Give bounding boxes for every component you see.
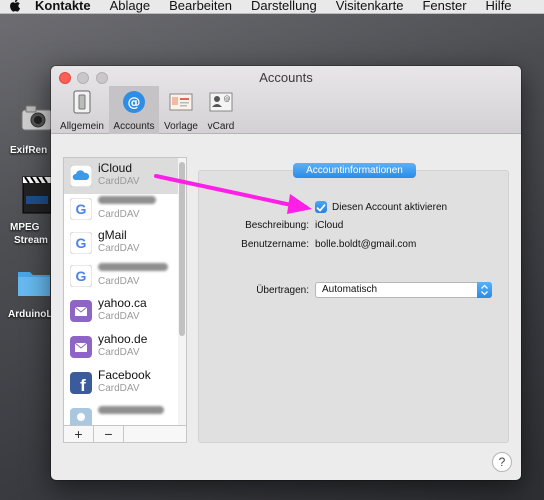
- transfer-label: Übertragen:: [256, 285, 309, 296]
- google-icon: G: [70, 198, 92, 220]
- video-file-icon: [22, 176, 52, 214]
- account-name: gMail: [98, 228, 127, 242]
- account-item-icloud[interactable]: iCloud CardDAV: [64, 158, 178, 194]
- vcard-icon: @: [209, 92, 233, 112]
- transfer-select[interactable]: Automatisch: [315, 282, 492, 298]
- svg-text:@: @: [224, 95, 231, 103]
- menu-visitenkarte[interactable]: Visitenkarte: [336, 0, 404, 13]
- account-name: yahoo.de: [98, 332, 148, 346]
- svg-text:G: G: [76, 235, 87, 251]
- enable-account-checkbox[interactable]: [315, 201, 327, 213]
- toolbar-label: Allgemein: [60, 121, 104, 132]
- toolbar-tab-vorlage[interactable]: Vorlage: [161, 86, 201, 134]
- select-stepper[interactable]: [477, 282, 492, 298]
- svg-text:@: @: [128, 96, 141, 111]
- menu-bearbeiten[interactable]: Bearbeiten: [169, 0, 232, 13]
- desktop-item-label-line2: Stream: [14, 235, 48, 246]
- redacted-name: [98, 406, 164, 414]
- menu-darstellung[interactable]: Darstellung: [251, 0, 317, 13]
- account-item-yahoo-ca[interactable]: yahoo.ca CardDAV: [64, 293, 178, 329]
- accounts-list-scrollbar[interactable]: [178, 158, 186, 425]
- account-item-redacted-2[interactable]: G CardDAV: [64, 258, 178, 294]
- camera-app-icon: [21, 105, 53, 131]
- scrollbar-thumb[interactable]: [179, 162, 185, 336]
- checkmark-icon: [316, 204, 326, 212]
- account-name: Facebook: [98, 368, 151, 382]
- apple-menu-icon[interactable]: [8, 0, 22, 12]
- description-value: iCloud: [315, 220, 344, 231]
- accounts-list: iCloud CardDAV G CardDAV G gMail CardDAV: [63, 157, 187, 443]
- account-type: CardDAV: [98, 347, 140, 358]
- chevron-updown-icon: [481, 284, 488, 296]
- google-icon: G: [70, 232, 92, 254]
- window-title: Accounts: [259, 70, 313, 85]
- remove-account-button[interactable]: −: [94, 426, 124, 443]
- menu-fenster[interactable]: Fenster: [422, 0, 466, 13]
- enable-account-label[interactable]: Diesen Account aktivieren: [332, 202, 447, 213]
- window-titlebar: Accounts Allgemein @ Accounts Vorlage @ …: [51, 66, 521, 134]
- redacted-name: [98, 263, 168, 271]
- svg-text:G: G: [76, 268, 87, 284]
- accounts-list-scroll: iCloud CardDAV G CardDAV G gMail CardDAV: [64, 158, 186, 425]
- account-item-gmail[interactable]: G gMail CardDAV: [64, 225, 178, 261]
- facebook-icon: f: [70, 372, 92, 394]
- menu-hilfe[interactable]: Hilfe: [486, 0, 512, 13]
- account-type: CardDAV: [98, 209, 140, 220]
- svg-text:G: G: [76, 201, 87, 217]
- toolbar-label: vCard: [207, 121, 235, 132]
- username-label: Benutzername:: [241, 239, 309, 250]
- mail-icon: [70, 336, 92, 358]
- mail-icon: [70, 300, 92, 322]
- account-item-redacted-1[interactable]: G CardDAV: [64, 191, 178, 227]
- toolbar-tab-vcard[interactable]: @ vCard: [203, 86, 239, 134]
- desktop-item-label: ExifRen: [10, 145, 48, 156]
- account-type: CardDAV: [98, 276, 140, 287]
- redacted-name: [98, 196, 156, 204]
- accounts-list-footer: + −: [64, 425, 186, 443]
- account-name: iCloud: [98, 161, 133, 175]
- template-card-icon: [169, 93, 193, 111]
- account-item-facebook[interactable]: f Facebook CardDAV: [64, 365, 178, 401]
- at-sign-icon: @: [123, 91, 145, 113]
- switch-icon: [73, 90, 91, 114]
- account-item-redacted-3[interactable]: [64, 401, 178, 425]
- accounts-preferences-window: Accounts Allgemein @ Accounts Vorlage @ …: [51, 66, 521, 480]
- svg-text:f: f: [80, 376, 86, 394]
- account-type: CardDAV: [98, 243, 140, 254]
- account-type: CardDAV: [98, 176, 140, 187]
- toolbar-label: Vorlage: [164, 121, 198, 132]
- description-label: Beschreibung:: [245, 220, 309, 231]
- transfer-select-value: Automatisch: [322, 284, 378, 295]
- google-icon: G: [70, 265, 92, 287]
- icloud-icon: [70, 165, 92, 187]
- account-type: CardDAV: [98, 383, 140, 394]
- add-account-button[interactable]: +: [64, 426, 94, 443]
- folder-icon: [18, 272, 50, 296]
- toolbar-tab-accounts[interactable]: @ Accounts: [109, 86, 159, 134]
- help-button[interactable]: ?: [492, 452, 512, 472]
- toolbar-tab-allgemein[interactable]: Allgemein: [57, 86, 107, 134]
- contacts-icon: [70, 408, 92, 425]
- account-name: yahoo.ca: [98, 296, 147, 310]
- desktop-item-label: ArduinoL: [8, 309, 53, 320]
- menu-bar: Kontakte Ablage Bearbeiten Darstellung V…: [0, 0, 544, 14]
- menu-ablage[interactable]: Ablage: [110, 0, 150, 13]
- menu-app-name[interactable]: Kontakte: [35, 0, 91, 13]
- account-type: CardDAV: [98, 311, 140, 322]
- desktop-item-label: MPEG: [10, 222, 40, 233]
- toolbar-label: Accounts: [113, 121, 155, 132]
- account-item-yahoo-de[interactable]: yahoo.de CardDAV: [64, 329, 178, 365]
- username-value: bolle.boldt@gmail.com: [315, 239, 417, 250]
- tab-accountinformationen[interactable]: Accountinformationen: [293, 163, 416, 178]
